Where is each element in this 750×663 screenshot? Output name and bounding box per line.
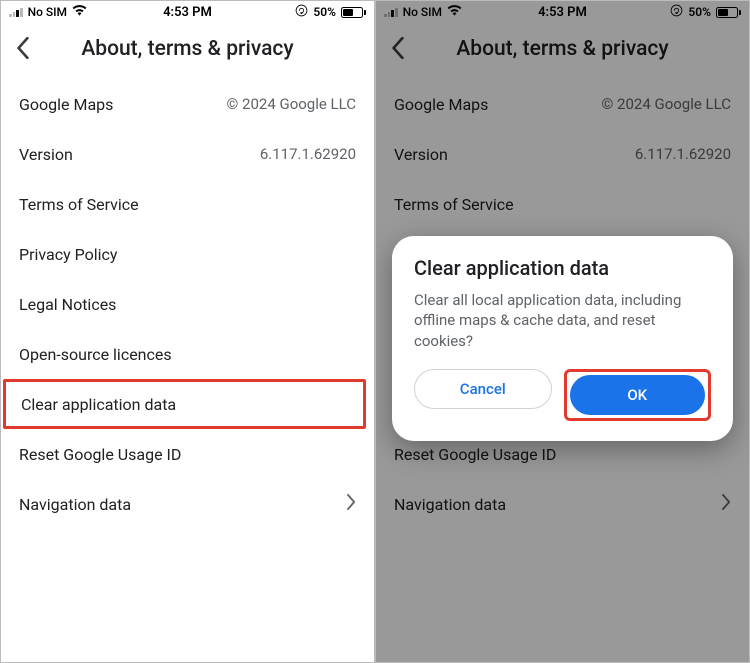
ok-button[interactable]: OK — [570, 375, 706, 415]
row-label: Navigation data — [19, 495, 131, 514]
row-privacy[interactable]: Privacy Policy — [1, 229, 374, 279]
cancel-button[interactable]: Cancel — [414, 369, 552, 409]
nav-header: About, terms & privacy — [1, 23, 374, 79]
row-version-value: 6.117.1.62920 — [260, 145, 356, 163]
row-label: Privacy Policy — [19, 245, 118, 264]
row-reset-usage[interactable]: Reset Google Usage ID — [1, 429, 374, 479]
row-tos[interactable]: Terms of Service — [1, 179, 374, 229]
wifi-icon — [72, 4, 87, 20]
rotation-lock-icon — [295, 4, 308, 20]
row-clear-data[interactable]: Clear application data — [3, 379, 366, 429]
row-google-maps[interactable]: Google Maps © 2024 Google LLC — [1, 79, 374, 129]
chevron-right-icon — [347, 494, 356, 514]
row-label: Google Maps — [19, 95, 113, 114]
battery-icon — [341, 7, 366, 18]
carrier-label: No SIM — [28, 5, 67, 19]
row-label: Reset Google Usage ID — [19, 445, 181, 464]
row-label: Open-source licences — [19, 345, 172, 364]
settings-list: Google Maps © 2024 Google LLC Version 6.… — [1, 79, 374, 529]
clear-data-dialog: Clear application data Clear all local a… — [392, 236, 733, 441]
back-button[interactable] — [15, 37, 31, 61]
screen-right: No SIM 4:53 PM 50% About, terms & privac… — [375, 0, 750, 663]
row-label: Legal Notices — [19, 295, 116, 314]
row-navigation[interactable]: Navigation data — [1, 479, 374, 529]
row-copyright: © 2024 Google LLC — [227, 95, 356, 113]
status-bar: No SIM 4:53 PM 50% — [1, 1, 374, 23]
row-oss[interactable]: Open-source licences — [1, 329, 374, 379]
row-label: Clear application data — [21, 395, 176, 414]
page-title: About, terms & privacy — [81, 37, 293, 61]
row-legal[interactable]: Legal Notices — [1, 279, 374, 329]
screen-left: No SIM 4:53 PM 50% About, terms & privac… — [0, 0, 375, 663]
row-label: Terms of Service — [19, 195, 139, 214]
signal-icon — [9, 7, 23, 17]
row-version[interactable]: Version 6.117.1.62920 — [1, 129, 374, 179]
dialog-body: Clear all local application data, includ… — [414, 290, 711, 351]
dialog-title: Clear application data — [414, 256, 711, 280]
row-label: Version — [19, 145, 73, 164]
battery-percent: 50% — [313, 5, 336, 19]
dialog-actions: Cancel OK — [414, 369, 711, 421]
ok-highlight: OK — [564, 369, 712, 421]
